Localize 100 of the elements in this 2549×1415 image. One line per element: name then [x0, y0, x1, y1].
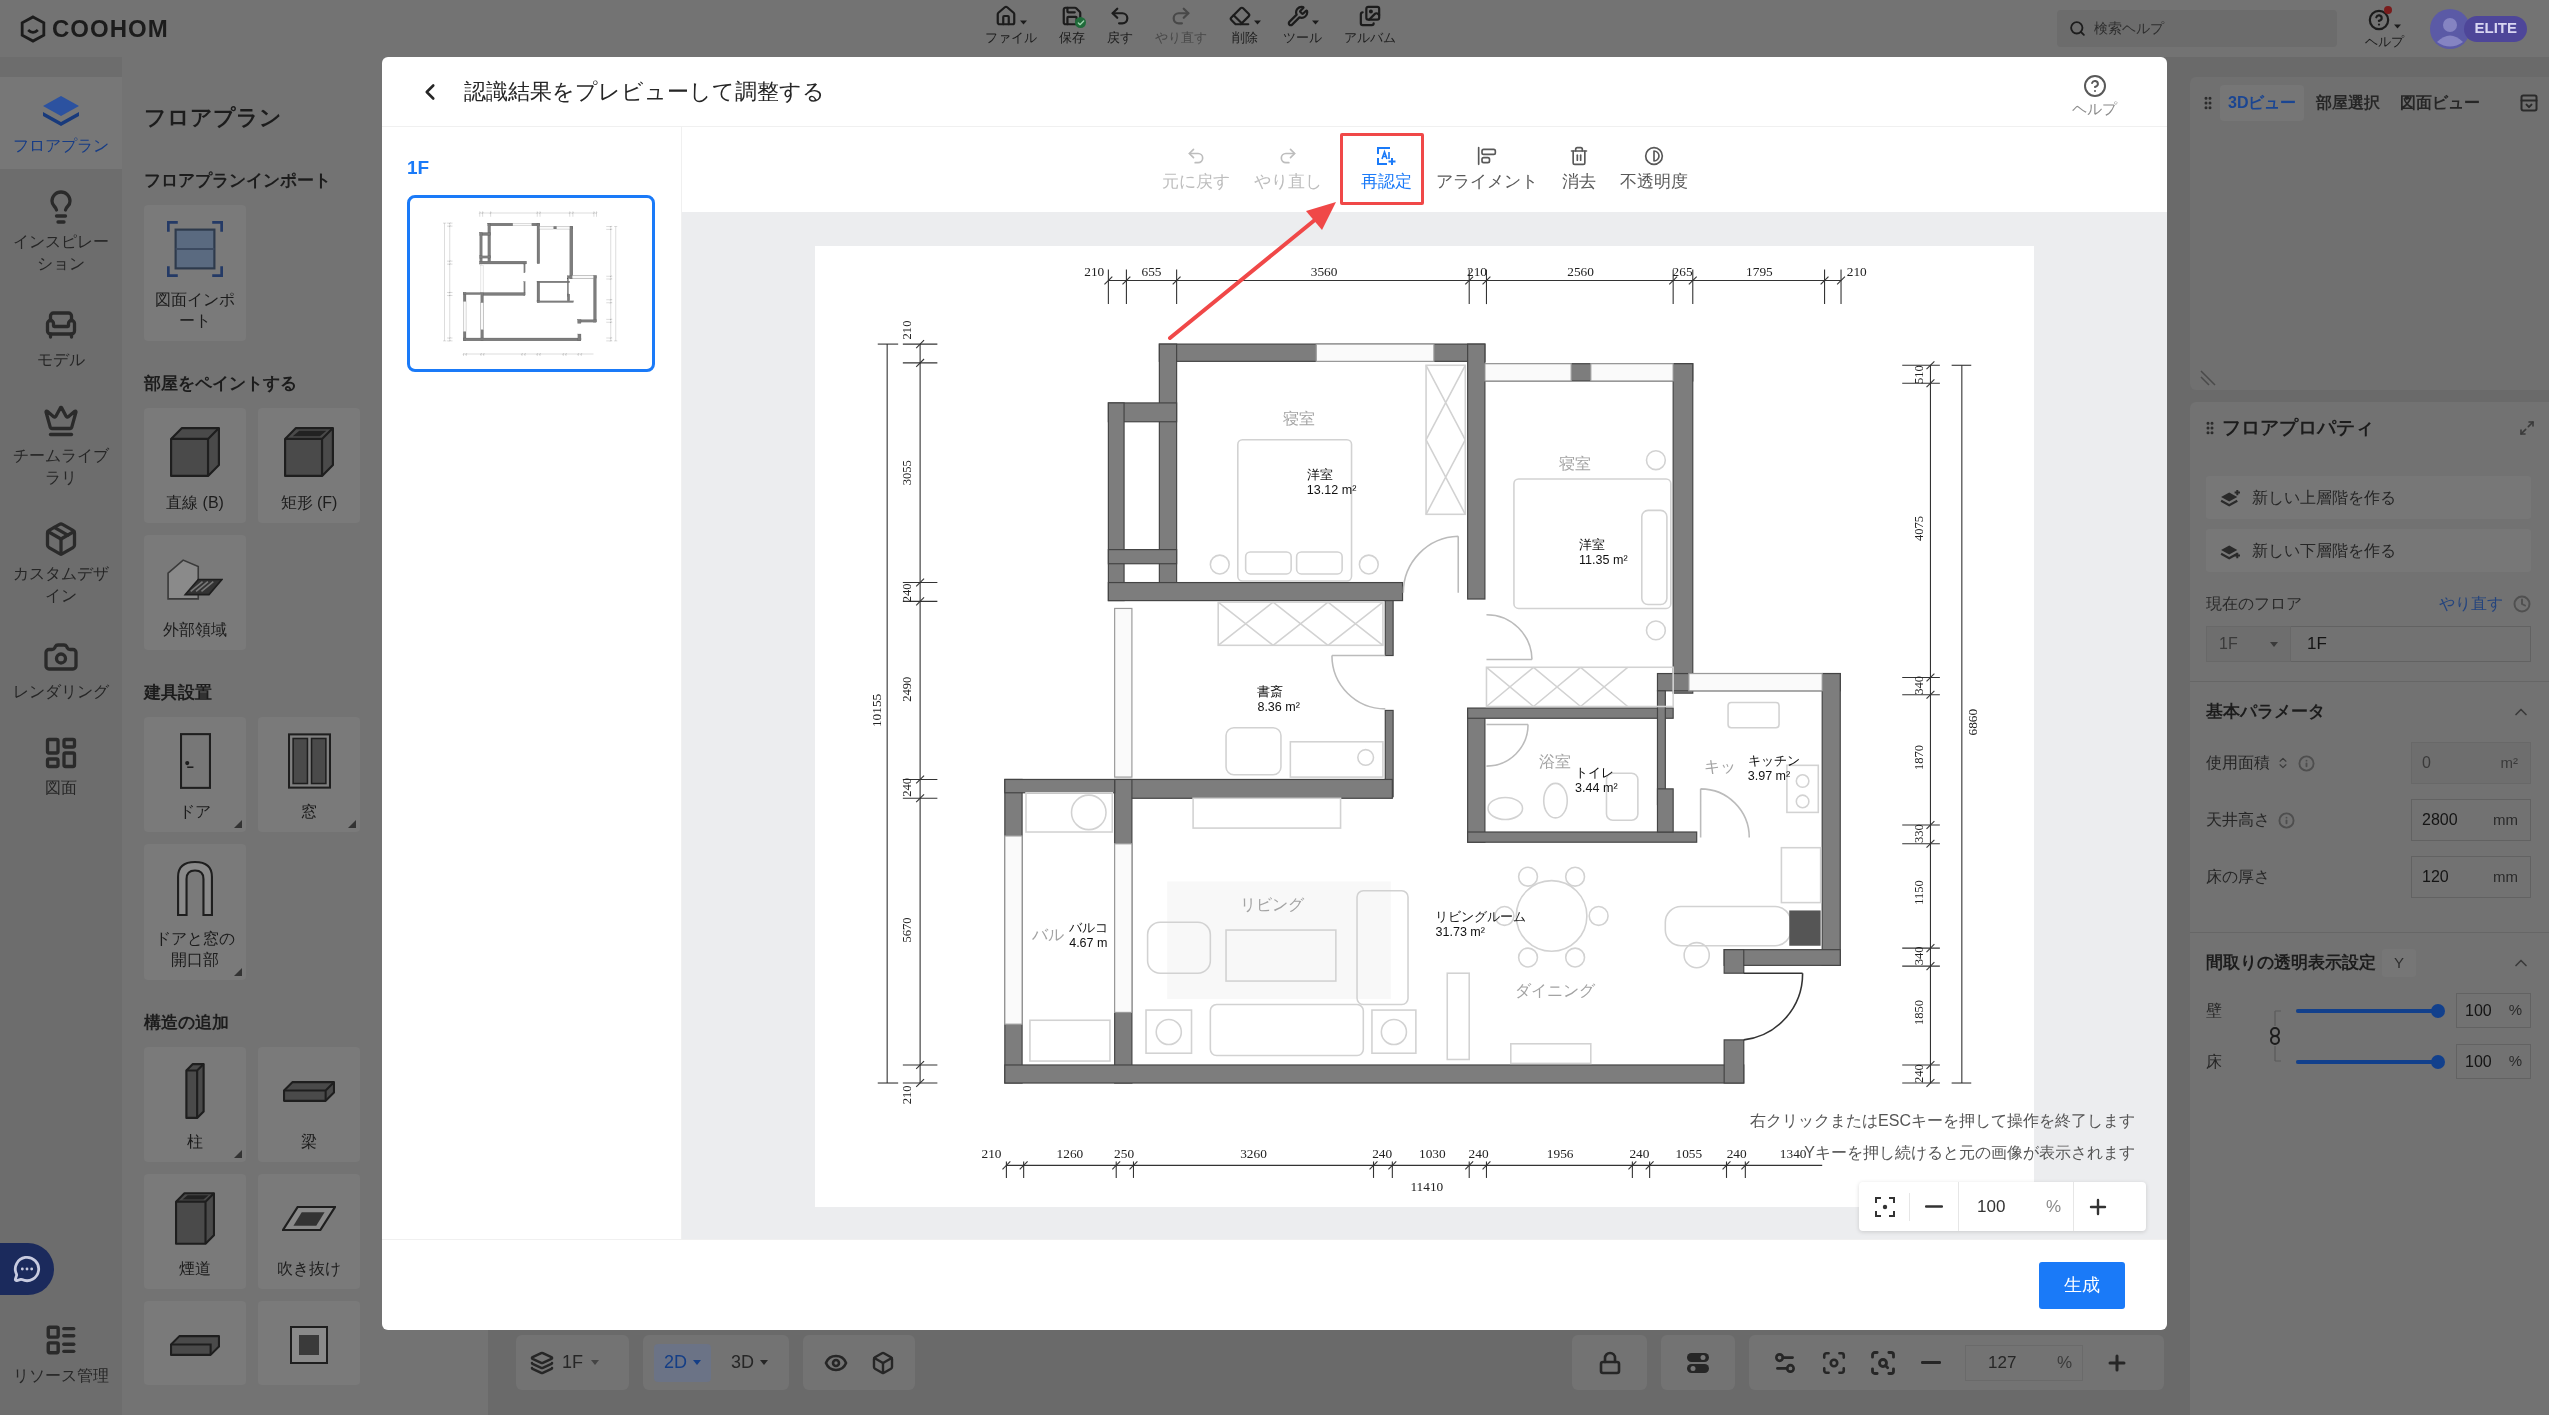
create-floor-button[interactable]: 新しい下層階を作る	[2206, 529, 2531, 572]
tool-button[interactable]: 消去	[1555, 145, 1602, 194]
zoom-input[interactable]: 100 %	[1958, 1182, 2074, 1231]
floor-label: 1F	[407, 158, 431, 178]
toolbar-button[interactable]: 削除	[1229, 5, 1261, 45]
caret-down-icon	[2394, 23, 2402, 29]
toolbar-button[interactable]: アルバム	[1344, 5, 1396, 45]
tool-card[interactable]: 図面インポート	[144, 205, 246, 341]
toolbar-button[interactable]: ツール	[1283, 5, 1322, 45]
dimension-label: 240	[900, 583, 915, 603]
nav-item[interactable]: チームライブラリ	[0, 387, 122, 501]
view-tab[interactable]: 図面ビュー	[2392, 85, 2489, 121]
arch-opening-icon	[177, 860, 213, 916]
dimension-label: 5670	[900, 917, 915, 943]
nav-item[interactable]: モデル	[0, 291, 122, 383]
tool-card[interactable]: ドア	[144, 717, 246, 832]
dimension-label: 330	[1912, 824, 1927, 843]
room-area: 4.67 m	[1069, 935, 1108, 950]
tool-button[interactable]: 不透明度	[1613, 145, 1694, 194]
view-tab[interactable]: 3Dビュー	[2220, 85, 2305, 121]
minus-icon	[1925, 1205, 1943, 1208]
toolbar-button[interactable]: 戻す	[1107, 5, 1133, 45]
search-field[interactable]: 検索ヘルプ	[2057, 10, 2338, 47]
layer-add-above-icon	[2220, 488, 2242, 507]
tool-card[interactable]: 窓	[258, 717, 360, 832]
room-name: トイレ	[1575, 765, 1615, 781]
caret-down-icon	[760, 1360, 769, 1365]
view-mode-button[interactable]: 2D	[654, 1343, 711, 1382]
generate-button[interactable]: 生成	[2039, 1261, 2125, 1309]
room-name: バルコ	[1069, 919, 1109, 935]
lock-button[interactable]	[1572, 1335, 1647, 1390]
percent-input[interactable]: 100 %	[2456, 993, 2531, 1028]
help-button[interactable]: ヘルプ	[2365, 8, 2405, 49]
slab-icon	[170, 1334, 220, 1356]
tool-card[interactable]: 直線 (B)	[144, 408, 246, 523]
help-button[interactable]: ヘルプ	[2072, 73, 2117, 118]
number-input[interactable]: 2800 mm	[2411, 799, 2531, 841]
nav-item[interactable]: リソース管理	[9, 1323, 113, 1387]
tool-button[interactable]: アライメント	[1429, 145, 1544, 194]
void-opening-icon	[282, 1205, 336, 1231]
room-name: リビングルーム	[1435, 909, 1527, 925]
zoom-input[interactable]: 127 %	[1965, 1344, 2083, 1381]
faint-room-label: 寝室	[1559, 453, 1592, 472]
beam-icon	[283, 1080, 335, 1102]
room-name: 洋室	[1306, 467, 1333, 482]
tool-button[interactable]: 再認定	[1354, 145, 1418, 194]
room-area: 8.36 m²	[1257, 700, 1300, 715]
number-input[interactable]: 120 mm	[2411, 856, 2531, 898]
tool-card[interactable]: 吹き抜け	[258, 1174, 360, 1289]
percent-input[interactable]: 100 %	[2456, 1044, 2531, 1079]
tool-card[interactable]: 煙道	[144, 1174, 246, 1289]
floor-selector[interactable]: 1F	[516, 1335, 629, 1390]
redo-link[interactable]: やり直す	[2439, 592, 2503, 616]
view-mode-button[interactable]: 3D	[721, 1343, 779, 1382]
cube-icon	[170, 427, 220, 477]
field-label: 床の厚さ	[2206, 867, 2270, 887]
plan-badge: ELITE	[2464, 15, 2527, 42]
dimension-label: 10155	[868, 693, 884, 728]
dimension-label: 3560	[1310, 263, 1338, 279]
toolbar-button[interactable]: 保存	[1059, 5, 1085, 45]
undo-icon	[1185, 145, 1206, 166]
floor-name-input[interactable]: 1F	[2291, 626, 2531, 662]
tool-card[interactable]	[144, 1301, 246, 1385]
section-title: 部屋をペイントする	[144, 373, 298, 395]
cube-icon[interactable]	[871, 1350, 896, 1375]
focus-icon[interactable]	[1821, 1349, 1847, 1376]
toggle-button[interactable]	[1661, 1335, 1735, 1390]
link-icon[interactable]	[2268, 1010, 2282, 1062]
nav-item[interactable]: フロアプラン	[0, 77, 122, 169]
expand-icon[interactable]	[2519, 420, 2535, 436]
chat-button[interactable]	[0, 1243, 54, 1295]
resize-grip-icon[interactable]	[2200, 370, 2216, 386]
dimension-label: 265	[1672, 263, 1693, 279]
scan-search-icon[interactable]	[1869, 1348, 1897, 1377]
tool-card[interactable]	[258, 1301, 360, 1385]
search-icon	[2069, 20, 2087, 37]
tool-card[interactable]: ドアと窓の開口部	[144, 844, 246, 980]
dimension-label: 1795	[1746, 263, 1773, 279]
nav-item[interactable]: カスタムデザイン	[0, 505, 122, 619]
slider-thumb[interactable]	[2431, 1003, 2445, 1018]
tool-card[interactable]: 柱	[144, 1047, 246, 1162]
nav-item[interactable]: インスピレーション	[0, 173, 122, 287]
tool-card[interactable]: 外部領域	[144, 535, 246, 650]
tool-card[interactable]: 矩形 (F)	[258, 408, 360, 523]
view-tab[interactable]: 部屋選択	[2308, 85, 2389, 121]
nav-item[interactable]: レンダリング	[0, 623, 122, 715]
toolbar-button[interactable]: ファイル	[985, 5, 1037, 45]
tool-card[interactable]: 梁	[258, 1047, 360, 1162]
create-floor-button[interactable]: 新しい上層階を作る	[2206, 476, 2531, 519]
floor-thumbnail-card[interactable]	[407, 195, 655, 372]
nav-item[interactable]: 図面	[0, 719, 122, 811]
help-icon	[2082, 73, 2107, 98]
faint-room-label: 浴室	[1539, 751, 1572, 770]
slider-thumb[interactable]	[2431, 1054, 2445, 1069]
scan-plus-icon	[1376, 145, 1396, 166]
dimension-label: 250	[1114, 1145, 1135, 1161]
dimension-label: 210	[1467, 263, 1488, 279]
dimension-label: 240	[900, 777, 915, 797]
dimension-label: 1030	[1419, 1145, 1446, 1161]
window-icon[interactable]	[2519, 93, 2539, 113]
